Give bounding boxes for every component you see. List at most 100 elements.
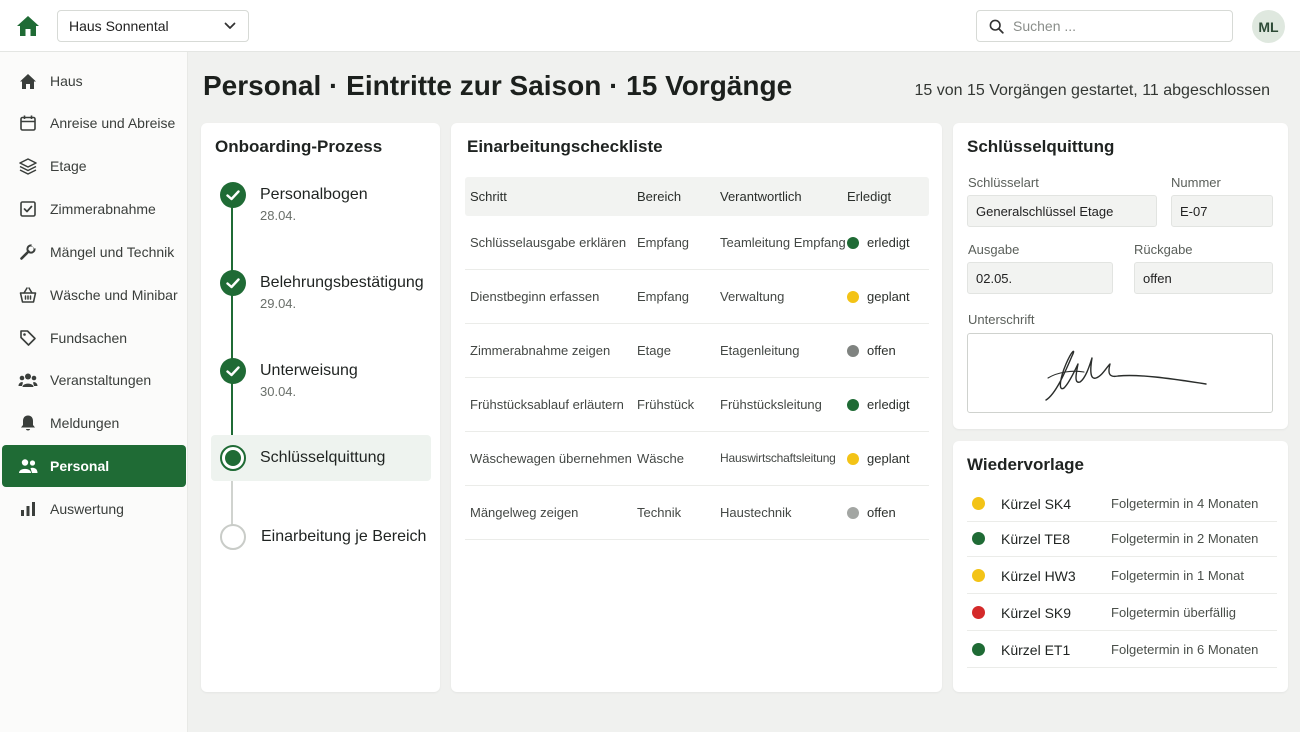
sidebar-item-label: Mängel und Technik — [50, 244, 175, 260]
step-einarbeitung-je-bereich[interactable]: Einarbeitung je Bereich — [211, 524, 431, 552]
checkbox-icon — [18, 199, 38, 219]
column-header: Erledigt — [847, 189, 892, 204]
table-row[interactable]: Schlüsselausgabe erklären Empfang Teamle… — [465, 216, 929, 270]
followup-card: Wiedervorlage Kürzel SK4 Folgetermin in … — [953, 441, 1288, 692]
step-schluesselquittung[interactable]: Schlüsselquittung — [211, 445, 431, 473]
status-text: offen — [867, 343, 896, 358]
cell-area: Technik — [637, 505, 682, 520]
sidebar-item-label: Auswertung — [50, 501, 124, 517]
list-item[interactable]: Kürzel SK9 Folgetermin überfällig — [967, 595, 1277, 631]
cell-responsible: Haustechnik — [720, 505, 792, 520]
sidebar-item-waesche-minibar[interactable]: Wäsche und Minibar — [2, 274, 186, 316]
status-dot — [847, 506, 859, 519]
home-button[interactable] — [14, 12, 42, 40]
bell-icon — [18, 413, 38, 433]
chevron-down-icon — [224, 22, 236, 30]
sidebar-item-meldungen[interactable]: Meldungen — [2, 402, 186, 444]
status-text: geplant — [867, 289, 910, 304]
sidebar-item-haus[interactable]: Haus — [2, 60, 186, 102]
sidebar-item-veranstaltungen[interactable]: Veranstaltungen — [2, 359, 186, 401]
cell-area: Frühstück — [637, 397, 695, 412]
page-title: Personal · Eintritte zur Saison · 15 Vor… — [203, 70, 793, 101]
sidebar-item-personal[interactable]: Personal — [2, 445, 186, 487]
followup-code: Kürzel HW3 — [1001, 567, 1076, 584]
cell-status: geplant — [847, 289, 929, 304]
step-label: Personalbogen — [260, 186, 368, 203]
status-dot — [847, 398, 859, 411]
list-item[interactable]: Kürzel SK4 Folgetermin in 4 Monaten — [967, 486, 1277, 522]
step-label: Unterweisung — [260, 362, 358, 379]
list-item[interactable]: Kürzel TE8 Folgetermin in 2 Monaten — [967, 521, 1277, 557]
search-box[interactable] — [976, 10, 1233, 42]
sidebar-item-label: Anreise und Abreise — [50, 115, 176, 131]
house-select[interactable]: Haus Sonnental — [57, 10, 249, 42]
status-text: offen — [867, 505, 896, 520]
cell-status: offen — [847, 505, 929, 520]
avatar[interactable]: ML — [1252, 10, 1285, 43]
return-field[interactable] — [1134, 262, 1273, 294]
table-row[interactable]: Frühstücksablauf erläutern Frühstück Frü… — [465, 378, 929, 432]
key-type-field[interactable] — [967, 195, 1157, 227]
cell-area: Wäsche — [637, 451, 684, 466]
cell-area: Etage — [637, 343, 671, 358]
sidebar-item-etage[interactable]: Etage — [2, 145, 186, 187]
cell-area: Empfang — [637, 235, 690, 250]
cell-status: offen — [847, 343, 929, 358]
issue-date-field[interactable] — [967, 262, 1113, 294]
cell-step: Zimmerabnahme zeigen — [470, 343, 611, 358]
table-header: Schritt Bereich Verantwortlich Erledigt — [465, 177, 929, 216]
followup-text: Folgetermin in 4 Monaten — [1111, 496, 1259, 511]
number-label: Nummer — [1171, 175, 1221, 190]
checklist-table: Schritt Bereich Verantwortlich Erledigt … — [465, 177, 929, 540]
people-icon — [18, 456, 38, 476]
status-dot — [972, 569, 985, 582]
step-unterweisung[interactable]: Unterweisung 30.04. — [211, 357, 431, 407]
list-item[interactable]: Kürzel ET1 Folgetermin in 6 Monaten — [967, 632, 1277, 668]
layers-icon — [18, 156, 38, 176]
sidebar-item-auswertung[interactable]: Auswertung — [2, 488, 186, 530]
house-select-value: Haus Sonnental — [69, 18, 169, 34]
calendar-icon — [18, 113, 38, 133]
table-row[interactable]: Mängelweg zeigen Technik Haustechnik off… — [465, 486, 929, 540]
status-dot — [972, 532, 985, 545]
key-type-label: Schlüsselart — [968, 175, 1039, 190]
status-dot — [847, 452, 859, 465]
table-row[interactable]: Dienstbeginn erfassen Empfang Verwaltung… — [465, 270, 929, 324]
sidebar-item-fundsachen[interactable]: Fundsachen — [2, 317, 186, 359]
step-date: 29.04. — [260, 296, 297, 311]
checklist-card: Einarbeitungscheckliste Schritt Bereich … — [451, 123, 942, 692]
status-text: erledigt — [867, 397, 910, 412]
status-dot — [847, 344, 859, 357]
cell-step: Dienstbeginn erfassen — [470, 289, 600, 304]
check-icon — [220, 358, 246, 384]
signature-pad[interactable] — [967, 333, 1273, 413]
timeline-connector — [231, 473, 233, 527]
search-input[interactable] — [1013, 18, 1213, 34]
wrench-icon — [18, 242, 38, 262]
signature-label: Unterschrift — [968, 312, 1035, 327]
status-dot — [847, 236, 859, 249]
table-row[interactable]: Zimmerabnahme zeigen Etage Etagenleitung… — [465, 324, 929, 378]
number-field[interactable] — [1171, 195, 1273, 227]
step-belehrungsbestaetigung[interactable]: Belehrungsbestätigung 29.04. — [211, 269, 431, 319]
progress-summary: 15 von 15 Vorgängen gestartet, 11 abgesc… — [914, 82, 1270, 99]
sidebar-item-anreise-abreise[interactable]: Anreise und Abreise — [2, 102, 186, 144]
signature-drawing — [1045, 350, 1207, 401]
followup-text: Folgetermin in 1 Monat — [1111, 568, 1244, 583]
cell-step: Wäschewagen übernehmen — [470, 451, 632, 466]
status-dot — [972, 497, 985, 510]
table-row[interactable]: Wäschewagen übernehmen Wäsche Hauswirtsc… — [465, 432, 929, 486]
sidebar-item-zimmerabnahme[interactable]: Zimmerabnahme — [2, 188, 186, 230]
step-personalbogen[interactable]: Personalbogen 28.04. — [211, 181, 431, 231]
column-header: Bereich — [637, 189, 682, 204]
sidebar-item-label: Wäsche und Minibar — [50, 287, 178, 303]
status-dot — [972, 606, 985, 619]
sidebar-item-maengel-technik[interactable]: Mängel und Technik — [2, 231, 186, 273]
list-item[interactable]: Kürzel HW3 Folgetermin in 1 Monat — [967, 558, 1277, 594]
followup-text: Folgetermin in 2 Monaten — [1111, 531, 1259, 546]
step-label: Schlüsselquittung — [260, 449, 386, 466]
followup-text: Folgetermin in 6 Monaten — [1111, 642, 1259, 657]
cell-area: Empfang — [637, 289, 690, 304]
followup-code: Kürzel TE8 — [1001, 530, 1070, 547]
bar-chart-icon — [18, 499, 38, 519]
